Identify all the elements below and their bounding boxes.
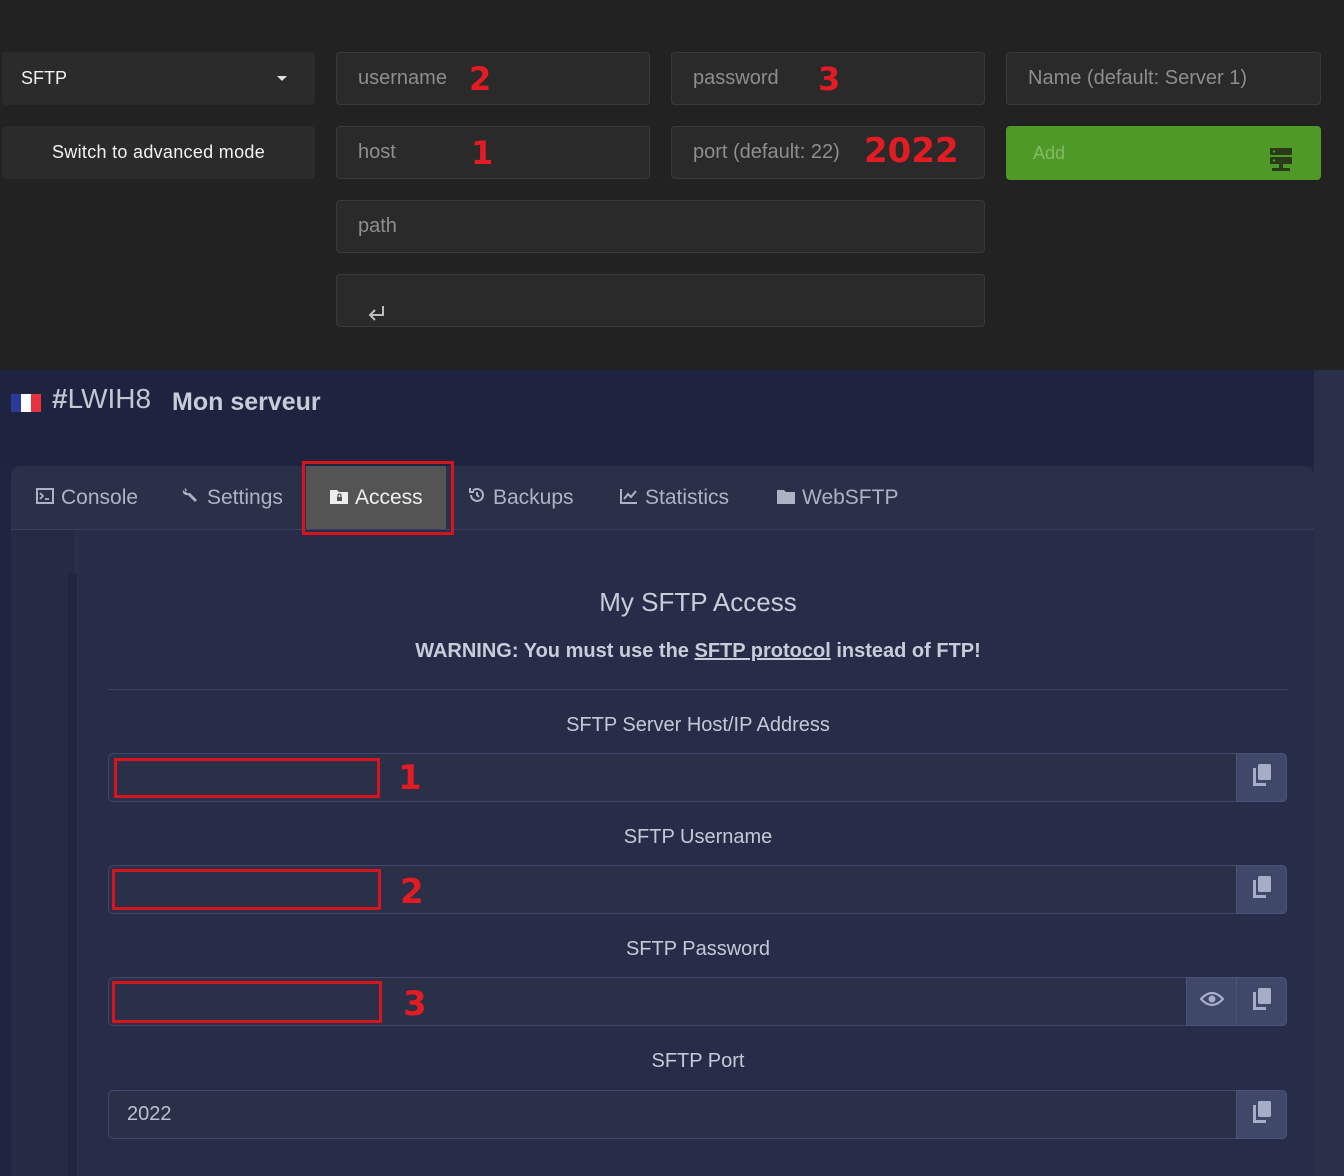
tab-console[interactable]: Console — [35, 466, 138, 529]
right-edge — [1314, 370, 1344, 1176]
eye-icon[interactable] — [972, 71, 984, 85]
tab-statistics-label: Statistics — [645, 486, 730, 509]
divider — [108, 689, 1288, 690]
folder-icon — [776, 467, 796, 530]
host-label: SFTP Server Host/IP Address — [566, 714, 830, 736]
page-title: My SFTP Access — [599, 587, 797, 617]
annotation-username: 2 — [469, 60, 492, 98]
copy-icon — [1252, 876, 1271, 903]
path-placeholder: path — [358, 215, 397, 237]
username-placeholder: username — [358, 67, 447, 89]
tab-settings[interactable]: Settings — [181, 466, 283, 529]
sftp-access-content: My SFTP Access WARNING: You must use the… — [78, 530, 1314, 1176]
add-button-label: Add — [1033, 143, 1066, 163]
enter-icon — [367, 292, 387, 343]
server-panel: #LWIH8 Mon serveur Console Settings Acce… — [0, 370, 1344, 1176]
annotation-username-value: 2 — [400, 872, 424, 912]
server-name-placeholder: Name (default: Server 1) — [1028, 67, 1247, 89]
redacted-password-highlight — [112, 981, 382, 1023]
terminal-icon — [35, 467, 55, 530]
advanced-mode-button[interactable]: Switch to advanced mode — [2, 126, 315, 179]
port-input[interactable]: 2022 — [108, 1090, 1287, 1139]
copy-port-button[interactable] — [1236, 1090, 1287, 1139]
submit-row-button[interactable] — [336, 274, 985, 327]
warning-prefix: WARNING: You must use the — [415, 640, 695, 662]
tab-backups-label: Backups — [493, 486, 574, 509]
tab-websftp[interactable]: WebSFTP — [776, 466, 898, 529]
left-bar — [68, 574, 77, 1176]
tab-websftp-label: WebSFTP — [802, 486, 899, 509]
protocol-warning: WARNING: You must use the SFTP protocol … — [78, 640, 1318, 663]
chevron-down-icon — [277, 76, 287, 81]
server-id: #LWIH8 — [52, 383, 151, 415]
port-value: 2022 — [127, 1103, 172, 1125]
copy-icon — [1252, 764, 1271, 791]
annotation-port: 2022 — [864, 131, 959, 171]
redacted-username-highlight — [112, 869, 381, 910]
server-name: Mon serveur — [172, 388, 321, 416]
server-header: #LWIH8 Mon serveur — [0, 370, 1314, 466]
server-id-hash: # — [52, 383, 68, 414]
show-password-button[interactable] — [1186, 977, 1237, 1026]
wrench-icon — [181, 467, 201, 530]
annotation-password: 3 — [818, 60, 841, 98]
port-placeholder: port (default: 22) — [693, 141, 840, 163]
connection-form-panel: SFTP Switch to advanced mode username 2 … — [0, 0, 1344, 370]
protocol-select-value: SFTP — [21, 68, 68, 88]
tab-backups[interactable]: Backups — [467, 466, 574, 529]
copy-username-button[interactable] — [1236, 865, 1287, 914]
sftp-protocol-link[interactable]: SFTP protocol — [694, 640, 830, 662]
copy-password-button[interactable] — [1236, 977, 1287, 1026]
redacted-host-highlight — [114, 758, 380, 798]
france-flag-icon — [11, 394, 41, 412]
tab-statistics[interactable]: Statistics — [619, 466, 729, 529]
copy-icon — [1252, 1101, 1271, 1128]
port-label: SFTP Port — [651, 1050, 745, 1072]
username-field[interactable]: username — [336, 52, 650, 105]
server-name-field[interactable]: Name (default: Server 1) — [1006, 52, 1321, 105]
advanced-mode-label: Switch to advanced mode — [51, 142, 266, 162]
copy-host-button[interactable] — [1236, 753, 1287, 802]
tab-console-label: Console — [61, 486, 139, 509]
annotation-password-value: 3 — [403, 984, 427, 1024]
password-label: SFTP Password — [625, 938, 771, 960]
access-tab-highlight — [302, 461, 454, 535]
add-button[interactable]: Add — [1006, 126, 1321, 180]
chart-line-icon — [619, 467, 639, 530]
password-placeholder: password — [693, 67, 779, 89]
username-label: SFTP Username — [623, 826, 773, 848]
tab-settings-label: Settings — [207, 486, 283, 509]
warning-suffix: instead of FTP! — [830, 640, 981, 662]
copy-icon — [1252, 988, 1271, 1015]
server-id-code: LWIH8 — [67, 383, 152, 414]
left-gutter — [11, 530, 75, 1176]
annotation-host-value: 1 — [398, 758, 422, 798]
protocol-select[interactable]: SFTP — [2, 52, 315, 105]
path-field[interactable]: path — [336, 200, 985, 253]
annotation-host: 1 — [471, 134, 494, 172]
history-icon — [467, 467, 487, 530]
host-placeholder: host — [358, 141, 396, 163]
eye-icon — [1199, 991, 1224, 1012]
server-icon — [1270, 140, 1292, 194]
